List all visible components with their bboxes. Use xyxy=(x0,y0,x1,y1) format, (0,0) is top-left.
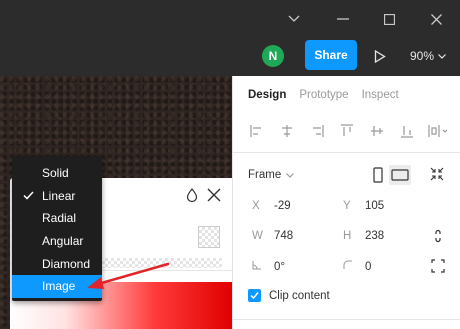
portrait-icon[interactable] xyxy=(369,166,387,184)
tab-design[interactable]: Design xyxy=(248,89,286,101)
menu-item-label: Angular xyxy=(42,234,84,249)
zoom-level: 90% xyxy=(410,49,435,63)
divider xyxy=(233,319,460,320)
frame-dropdown[interactable]: Frame xyxy=(248,169,295,181)
y-position-field[interactable]: Y 105 xyxy=(343,200,384,212)
checkmark-icon xyxy=(250,292,259,300)
x-position-field[interactable]: X -29 xyxy=(252,200,291,212)
landscape-icon[interactable] xyxy=(389,165,411,185)
annotation-arrow xyxy=(87,262,170,289)
water-drop-icon[interactable] xyxy=(184,187,200,203)
y-label: Y xyxy=(343,200,351,212)
window-close-icon[interactable] xyxy=(423,6,449,32)
menu-item-label: Diamond xyxy=(42,256,91,271)
toolbar xyxy=(0,38,460,76)
clip-content-checkbox[interactable] xyxy=(248,289,261,302)
x-value: -29 xyxy=(274,200,291,212)
clip-content-toggle[interactable]: Clip content xyxy=(248,289,330,302)
divider xyxy=(233,152,460,153)
height-field[interactable]: H 238 xyxy=(343,230,384,242)
alignment-toolbar xyxy=(249,123,449,141)
tab-prototype[interactable]: Prototype xyxy=(299,89,348,101)
chevron-down-icon[interactable] xyxy=(281,6,307,32)
tab-inspect[interactable]: Inspect xyxy=(362,89,399,101)
zoom-dropdown[interactable]: 90% xyxy=(410,47,446,65)
frame-label: Frame xyxy=(248,169,282,181)
x-label: X xyxy=(252,200,260,212)
menu-item-label: Solid xyxy=(42,166,69,181)
y-value: 105 xyxy=(365,200,385,212)
menu-item-linear[interactable]: Linear xyxy=(12,185,102,208)
menu-item-label: Radial xyxy=(42,211,77,226)
align-vertical-center-icon[interactable] xyxy=(369,123,385,139)
rotation-value: 0° xyxy=(274,260,285,273)
menu-item-label: Linear xyxy=(42,188,76,203)
checkmark-icon xyxy=(23,191,34,200)
color-swatch[interactable] xyxy=(198,226,220,248)
h-label: H xyxy=(343,230,352,242)
align-left-icon[interactable] xyxy=(249,123,265,139)
rotation-icon xyxy=(252,260,274,273)
minimize-icon[interactable] xyxy=(330,6,356,32)
w-label: W xyxy=(252,230,263,242)
avatar[interactable]: N xyxy=(262,45,284,67)
chevron-down-icon xyxy=(286,172,295,178)
resize-to-fit-icon[interactable] xyxy=(429,166,445,182)
share-button[interactable]: Share xyxy=(305,40,357,70)
h-value: 238 xyxy=(365,230,385,242)
align-right-icon[interactable] xyxy=(309,123,325,139)
distribute-dropdown-icon[interactable] xyxy=(427,123,449,139)
close-icon[interactable] xyxy=(205,186,223,204)
corner-radius-icon xyxy=(343,260,365,273)
design-panel: Design Prototype Inspect Frame X -29 Y 1… xyxy=(232,76,460,329)
align-bottom-icon[interactable] xyxy=(399,123,415,139)
menu-item-radial[interactable]: Radial xyxy=(12,207,102,230)
radius-value: 0 xyxy=(365,260,372,273)
corner-radius-field[interactable]: 0 xyxy=(343,260,371,273)
chevron-down-icon xyxy=(438,53,446,59)
w-value: 748 xyxy=(274,230,294,242)
independent-corners-icon[interactable] xyxy=(431,259,445,273)
clip-content-label: Clip content xyxy=(269,289,330,302)
width-field[interactable]: W 748 xyxy=(252,230,293,242)
menu-item-solid[interactable]: Solid xyxy=(12,162,102,185)
maximize-icon[interactable] xyxy=(376,6,402,32)
panel-tabs: Design Prototype Inspect xyxy=(248,89,399,101)
play-icon[interactable] xyxy=(370,46,390,66)
rotation-field[interactable]: 0° xyxy=(252,260,285,273)
constrain-proportions-icon[interactable] xyxy=(431,229,445,243)
menu-item-label: Image xyxy=(42,279,76,294)
align-horizontal-center-icon[interactable] xyxy=(279,123,295,139)
align-top-icon[interactable] xyxy=(339,123,355,139)
menu-item-angular[interactable]: Angular xyxy=(12,230,102,253)
